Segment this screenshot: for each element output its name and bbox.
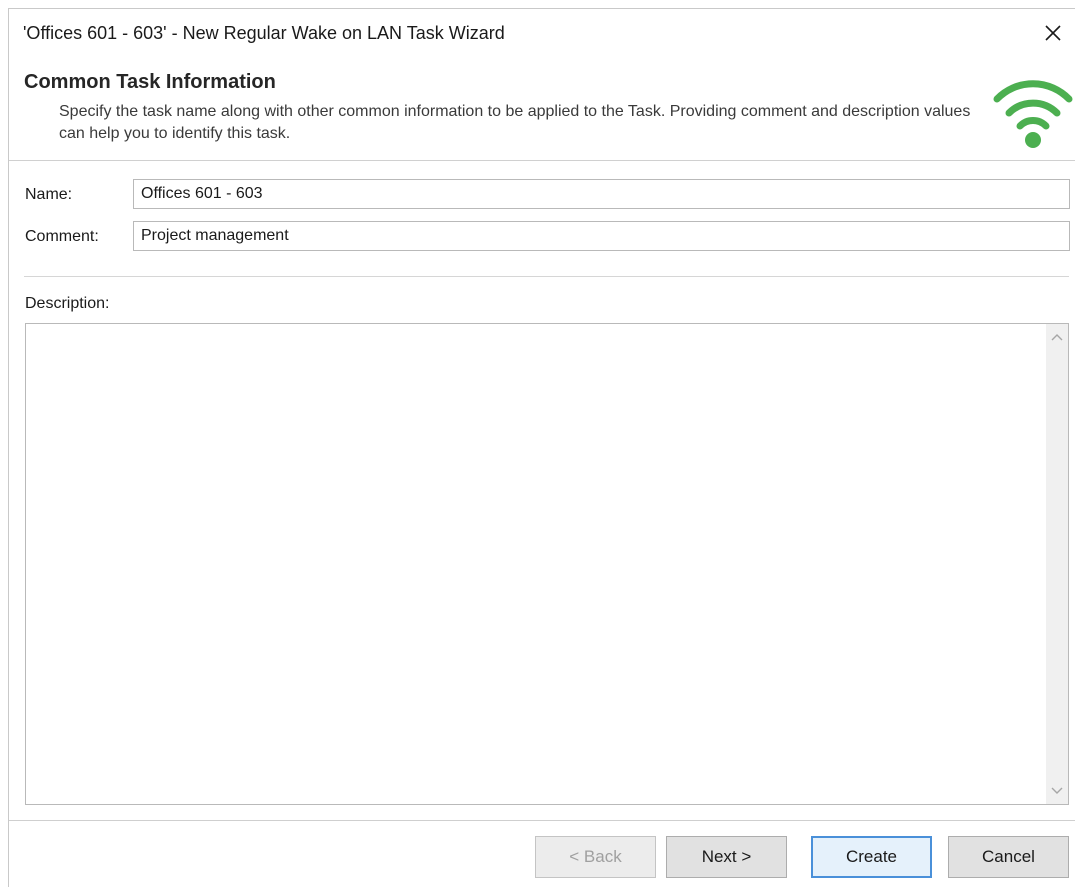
name-field[interactable] [133, 179, 1070, 209]
form-separator [24, 276, 1069, 277]
description-textarea[interactable] [25, 323, 1069, 805]
page-title: Common Task Information [24, 71, 276, 93]
description-scrollbar[interactable] [1046, 324, 1068, 804]
description-label: Description: [25, 295, 110, 312]
name-label: Name: [25, 186, 73, 203]
wifi-icon [993, 80, 1073, 148]
close-icon [1045, 25, 1061, 41]
cancel-button[interactable]: Cancel [948, 836, 1069, 878]
comment-label: Comment: [25, 228, 99, 245]
chevron-up-icon [1051, 334, 1063, 341]
page-description: Specify the task name along with other c… [59, 103, 971, 142]
wizard-header: Common Task Information Specify the task… [9, 57, 1075, 161]
create-button[interactable]: Create [811, 836, 932, 878]
window-title: 'Offices 601 - 603' - New Regular Wake o… [23, 23, 505, 43]
wizard-window: 'Offices 601 - 603' - New Regular Wake o… [8, 8, 1075, 887]
chevron-down-icon [1051, 787, 1063, 794]
close-button[interactable] [1031, 15, 1075, 51]
footer-separator [9, 820, 1075, 821]
next-button[interactable]: Next > [666, 836, 787, 878]
scroll-down-button[interactable] [1046, 780, 1068, 802]
back-button[interactable]: < Back [535, 836, 656, 878]
scroll-up-button[interactable] [1046, 326, 1068, 348]
title-bar: 'Offices 601 - 603' - New Regular Wake o… [9, 9, 1075, 57]
comment-field[interactable] [133, 221, 1070, 251]
